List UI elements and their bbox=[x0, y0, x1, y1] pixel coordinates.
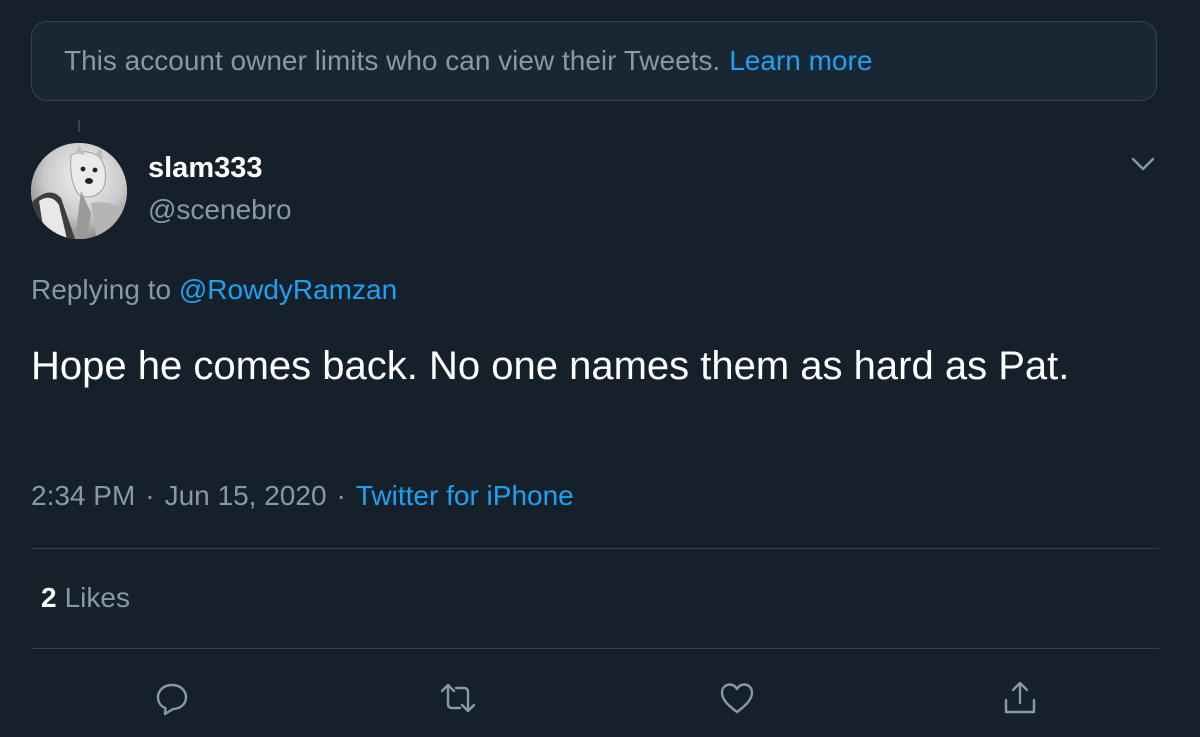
meta-separator: · bbox=[145, 480, 155, 511]
learn-more-link[interactable]: Learn more bbox=[729, 45, 872, 77]
reply-mention-link[interactable]: @RowdyRamzan bbox=[179, 274, 397, 305]
avatar-image bbox=[31, 143, 127, 239]
replying-prefix: Replying to bbox=[31, 274, 172, 305]
share-icon[interactable] bbox=[1000, 678, 1040, 718]
avatar[interactable] bbox=[31, 143, 127, 239]
likes-count: 2 bbox=[41, 582, 57, 613]
replying-to: Replying to @RowdyRamzan bbox=[31, 274, 397, 306]
tweet-meta: 2:34 PM · Jun 15, 2020 · Twitter for iPhone bbox=[31, 480, 574, 512]
protected-account-notice: This account owner limits who can view t… bbox=[31, 21, 1157, 101]
divider bbox=[31, 548, 1159, 549]
thread-connector bbox=[78, 120, 80, 132]
tweet-source-link[interactable]: Twitter for iPhone bbox=[356, 480, 574, 511]
tweet-time[interactable]: 2:34 PM bbox=[31, 480, 135, 511]
retweet-icon[interactable] bbox=[438, 678, 478, 718]
notice-text: This account owner limits who can view t… bbox=[64, 45, 721, 76]
divider bbox=[31, 648, 1159, 649]
tweet-date[interactable]: Jun 15, 2020 bbox=[165, 480, 327, 511]
author-handle[interactable]: @scenebro bbox=[148, 194, 292, 226]
like-icon[interactable] bbox=[717, 678, 757, 718]
chevron-down-icon[interactable] bbox=[1127, 150, 1159, 178]
meta-separator: · bbox=[336, 480, 346, 511]
tweet-text: Hope he comes back. No one names them as… bbox=[31, 344, 1070, 388]
tweet-page: This account owner limits who can view t… bbox=[0, 0, 1200, 737]
reply-icon[interactable] bbox=[152, 678, 192, 718]
author-name[interactable]: slam333 bbox=[148, 152, 263, 185]
likes-label: Likes bbox=[64, 582, 130, 613]
likes-stat[interactable]: 2 Likes bbox=[41, 582, 130, 614]
